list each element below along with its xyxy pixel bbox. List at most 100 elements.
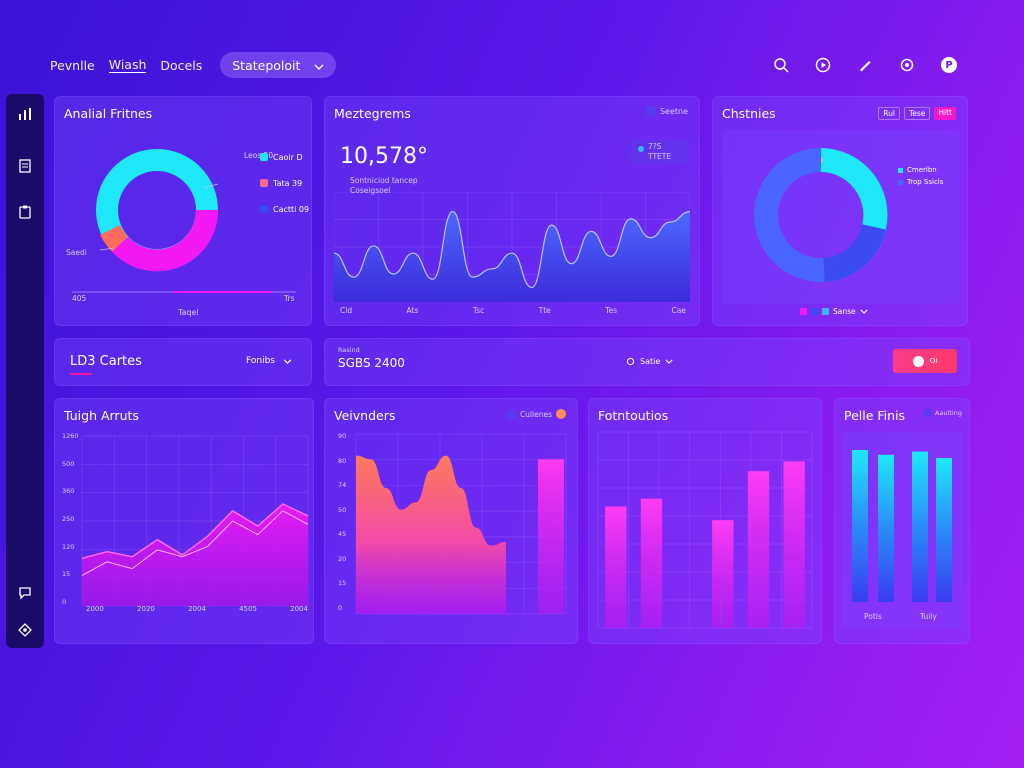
donut-slice-cyan (820, 148, 888, 230)
x-tick: Tuily (920, 612, 937, 621)
legend-item: Cmerlbn (898, 164, 943, 176)
tab-group: Rul Tese Hitt (878, 107, 956, 120)
axis-left-label: 405 (72, 294, 87, 303)
settings-icon[interactable] (17, 622, 33, 638)
bar (538, 459, 564, 614)
chevron-down-icon (665, 359, 673, 364)
area-chart-2 (334, 192, 690, 302)
x-axis: 2000 2020 2004 4505 2004 (86, 605, 308, 613)
document-icon[interactable] (17, 158, 33, 174)
bar (783, 461, 805, 628)
x-axis: Cld Ats Tsc Tte Tes Cae (340, 306, 686, 315)
area-bar-chart-5 (355, 433, 567, 615)
bar-chart-7 (852, 450, 952, 602)
summary-label: Rasind (338, 346, 360, 354)
gear-icon[interactable] (896, 54, 918, 76)
donut-slice-coral (100, 224, 129, 252)
workspace-dropdown-label: Statepoloit (232, 57, 301, 73)
x-tick: 4505 (239, 605, 257, 613)
bar (878, 454, 894, 602)
row2-dropdown[interactable]: Fonibs (246, 356, 292, 366)
x-tick: 2004 (290, 605, 308, 613)
chevron-down-icon (314, 58, 324, 73)
card-summary: Rasind SGBS 2400 Satie OI (324, 338, 970, 386)
legend-badge[interactable]: Cullenes (506, 409, 566, 419)
tab-3-active[interactable]: Hitt (934, 107, 956, 120)
play-icon[interactable] (812, 54, 834, 76)
bar (747, 471, 770, 628)
card-title: LD3 Cartes (70, 354, 142, 369)
clipboard-icon[interactable] (17, 204, 33, 220)
area-chart-4 (81, 435, 309, 607)
y-tick: 120 (62, 542, 75, 551)
x-tick: Tes (605, 306, 618, 315)
gear-icon (626, 357, 635, 366)
y-tick: 250 (62, 514, 75, 523)
footer-selector[interactable]: Sanse (800, 307, 868, 316)
legend-item: Cactti 09 (260, 196, 309, 222)
area-series (356, 455, 506, 614)
callout-left: Saedi (66, 248, 87, 257)
x-tick: 2004 (188, 605, 206, 613)
nav-item-2[interactable]: Wiash (108, 57, 147, 73)
y-tick: 74 (338, 481, 347, 490)
mini-stat-value: 7?S (648, 142, 662, 151)
footer-label: Sanse (833, 307, 856, 316)
toggle-label: OI (929, 357, 938, 365)
bar (852, 450, 868, 602)
legend-item: Tata 39 (260, 170, 309, 196)
legend-item: Caoir D (260, 144, 309, 170)
tab-1[interactable]: Rul (878, 107, 900, 120)
status-dot (556, 409, 566, 419)
bar-chart-icon[interactable] (17, 106, 33, 122)
badge[interactable]: Seetne (645, 106, 688, 116)
card-title: Veivnders (334, 408, 396, 423)
card-analial-fritnes: Analial Fritnes Leos 50 Saedi Caoir D Ta… (54, 96, 312, 326)
nav-item-3[interactable]: Docels (160, 58, 202, 73)
x-axis-label: Taqel (178, 308, 199, 317)
y-tick: 0 (62, 597, 67, 606)
bar (640, 498, 663, 628)
mini-stat: 7?S TTETE (630, 140, 688, 164)
card-title: Analial Fritnes (64, 106, 153, 121)
workspace-dropdown[interactable]: Statepoloit (220, 52, 337, 78)
avatar-icon[interactable]: P (938, 54, 960, 76)
y-tick: 50 (338, 505, 347, 514)
search-icon[interactable] (770, 54, 792, 76)
card-title: Meztegrems (334, 106, 411, 121)
y-tick: 0 (338, 603, 343, 612)
nav-item-1[interactable]: Pevnlle (50, 58, 95, 73)
card-meztegrems: Meztegrems Seetne 10,578° Sontniciod tan… (324, 96, 700, 326)
x-tick: Cae (671, 306, 686, 315)
select-satie[interactable]: Satie (626, 357, 673, 366)
badge[interactable]: Aaulting (924, 409, 962, 417)
pen-icon[interactable] (854, 54, 876, 76)
card-title: Tuigh Arruts (64, 408, 139, 423)
bar (605, 506, 627, 628)
chat-icon[interactable] (17, 584, 33, 600)
y-tick: 15 (62, 570, 71, 579)
x-tick: Ats (406, 306, 419, 315)
chevron-down-icon (860, 309, 868, 314)
card-pelle-finis: Pelle Finis Aaulting Potis Tuily (834, 398, 970, 644)
y-tick: 1260 (62, 432, 79, 440)
bar (936, 458, 952, 602)
card-chstnies: Chstnies Rul Tese Hitt Cmerlbn Trop Ssic… (712, 96, 968, 326)
legend-item: Trop Ssicls (898, 176, 943, 188)
x-tick: Tsc (472, 306, 485, 315)
bar-chart-6 (597, 431, 813, 629)
toggle-button[interactable]: OI (893, 349, 957, 373)
y-tick: 360 (62, 487, 75, 496)
donut-chart-3 (754, 148, 888, 282)
top-icons: P (770, 54, 960, 76)
card-title: Fotntoutios (598, 408, 669, 423)
y-tick: 15 (338, 579, 347, 588)
big-value: 10,578° (340, 144, 428, 169)
x-tick: 2020 (137, 605, 155, 613)
x-tick: Potis (864, 612, 882, 621)
tab-2[interactable]: Tese (903, 107, 931, 120)
sidebar (6, 94, 44, 648)
y-tick: 45 (338, 530, 347, 539)
legend: Cmerlbn Trop Ssicls (898, 164, 943, 188)
underline-accent (70, 373, 92, 375)
